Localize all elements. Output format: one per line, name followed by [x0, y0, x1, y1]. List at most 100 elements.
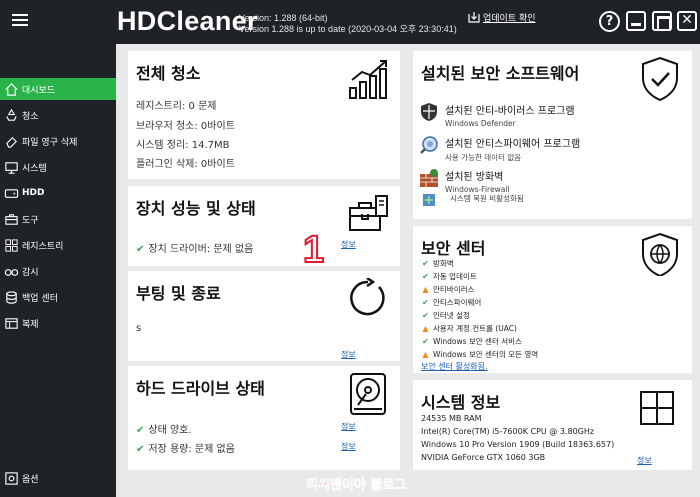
driver-status: ✔ 장치 드라이버: 문제 없음: [136, 244, 254, 255]
maximize-button[interactable]: [652, 11, 672, 31]
security-item-firewall: ✔ 방화벽: [422, 259, 454, 268]
eraser-icon: [3, 133, 19, 149]
firewall-icon: [420, 169, 438, 187]
sidebar-item-options[interactable]: 옵션: [0, 467, 116, 489]
sidebar: 대시보드 청소 파일 영구 삭제 시스템 HDD 도구 레지스트리 감시 백업 …: [0, 44, 116, 497]
os-info: Windows 10 Pro Version 1909 (Build 18363…: [421, 440, 615, 449]
panel-title: 부팅 및 종료: [136, 284, 221, 303]
sidebar-item-dashboard[interactable]: 대시보드: [0, 78, 116, 100]
sidebar-item-clean[interactable]: 청소: [0, 104, 116, 126]
security-item-service: ✔ Windows 보안 센터 서비스: [422, 337, 522, 346]
sidebar-item-monitor[interactable]: 감시: [0, 260, 116, 282]
database-icon: [3, 289, 19, 305]
sidebar-item-label: 백업 센터: [22, 293, 58, 304]
version-status: Version 1.288 is up to date (2020-03-04 …: [239, 24, 457, 34]
system-info-panel[interactable]: 시스템 정보 24535 MB RAM Intel(R) Core(TM) i5…: [413, 380, 692, 470]
boot-panel[interactable]: 부팅 및 종료 s 정보: [128, 271, 400, 361]
firewall-title: 설치된 방화벽: [445, 172, 504, 183]
help-icon[interactable]: ?: [599, 11, 620, 32]
shield-globe-icon: [642, 232, 678, 276]
antispyware-row: 설치된 안티스파이웨어 프로그램 사용 가능한 데이터 없음: [419, 135, 580, 163]
browser-status: 브라우저 청소: 0바이트: [136, 121, 235, 132]
sidebar-item-label: 청소: [22, 111, 39, 122]
system-restore-row: 시스템 복원 비활성화됨: [419, 193, 524, 207]
system-restore-status: 시스템 복원 비활성화됨: [450, 194, 524, 203]
sidebar-item-label: 도구: [22, 215, 39, 226]
firewall-row: 설치된 방화벽 Windows-Firewall: [419, 168, 509, 194]
sidebar-item-label: 복제: [22, 319, 39, 330]
monitor-icon: [3, 159, 19, 175]
panel-title: 전체 청소: [136, 64, 201, 83]
hdd-icon: [3, 185, 19, 201]
sidebar-item-label: 파일 영구 삭제: [22, 137, 78, 148]
hdd-capacity-status: ✔ 저장 용량: 문제 없음: [136, 444, 235, 455]
registry-icon: [3, 237, 19, 253]
sidebar-item-clone[interactable]: 복제: [0, 312, 116, 334]
recycle-icon: [3, 107, 19, 123]
gear-icon: [3, 470, 19, 486]
toolbox-icon: [3, 211, 19, 227]
antivirus-row: 설치된 안티-바이러스 프로그램 Windows Defender: [419, 102, 575, 128]
refresh-icon: [350, 278, 385, 316]
chart-growth-icon: [349, 60, 387, 99]
panel-title: 보안 센터: [421, 239, 486, 258]
device-panel[interactable]: 장치 성능 및 상태 ✔ 장치 드라이버: 문제 없음 정보: [128, 186, 400, 266]
security-center-panel[interactable]: 보안 센터 ✔ 방화벽 ✔ 자동 업데이트 ▲ 안티바이러스 ✔ 안티스파이웨어 ✔ 인터…: [413, 226, 692, 373]
hdd-capacity-info-link[interactable]: 정보: [341, 441, 356, 452]
security-software-panel[interactable]: 설치된 보안 소프트웨어 설치된 안티-바이러스 프로그램 Windows Def…: [413, 51, 692, 219]
sidebar-item-label: 감시: [22, 267, 39, 278]
panel-title: 하드 드라이브 상태: [136, 379, 265, 398]
hdd-health-info-link[interactable]: 정보: [341, 421, 356, 432]
sidebar-item-label: 대시보드: [22, 85, 56, 96]
watermark: 피씨맨이야 블로그: [306, 478, 407, 494]
panel-title: 시스템 정보: [421, 393, 501, 412]
panel-title: 장치 성능 및 상태: [136, 199, 256, 218]
sidebar-item-label: HDD: [22, 188, 45, 198]
sidebar-item-label: 시스템: [22, 163, 47, 174]
system-info-link[interactable]: 정보: [637, 455, 652, 466]
download-icon: [468, 12, 480, 23]
security-item-antivirus: ▲ 안티바이러스: [422, 285, 475, 294]
antispyware-title: 설치된 안티스파이웨어 프로그램: [445, 139, 581, 150]
registry-status: 레지스트리: 0 문제: [136, 101, 217, 112]
security-item-all-areas: ▲ Windows 보안 센터의 모든 영역: [422, 350, 539, 359]
hdd-health-status: ✔ 상태 양호.: [136, 425, 192, 436]
security-item-internet-settings: ✔ 인터넷 설정: [422, 311, 470, 320]
clean-panel[interactable]: 전체 청소 레지스트리: 0 문제 브라우저 청소: 0바이트 시스템 정리: …: [128, 51, 400, 179]
sidebar-item-shred[interactable]: 파일 영구 삭제: [0, 130, 116, 152]
sidebar-item-registry[interactable]: 레지스트리: [0, 234, 116, 256]
device-info-link[interactable]: 정보: [341, 239, 356, 250]
plugin-status: 플러그인 삭제: 0바이트: [136, 159, 235, 170]
panel-title: 설치된 보안 소프트웨어: [421, 64, 580, 83]
sidebar-item-label: 레지스트리: [22, 241, 64, 252]
sidebar-item-backup[interactable]: 백업 센터: [0, 286, 116, 308]
ram-info: 24535 MB RAM: [421, 414, 482, 423]
annotation-number: 1: [302, 228, 325, 272]
boot-status: s: [136, 323, 142, 334]
gpu-info: NVIDIA GeForce GTX 1060 3GB: [421, 453, 546, 462]
menu-icon[interactable]: [12, 14, 28, 28]
shield-check-icon: [642, 56, 678, 102]
hard-drive-icon: [350, 373, 386, 415]
toolbox-icon: [349, 195, 388, 231]
app-title: HDCleaner: [117, 6, 258, 36]
minimize-button[interactable]: [626, 11, 646, 31]
system-restore-icon: [423, 194, 435, 206]
sidebar-item-tools[interactable]: 도구: [0, 208, 116, 230]
antivirus-name: Windows Defender: [445, 119, 516, 128]
security-item-antispyware: ✔ 안티스파이웨어: [422, 298, 482, 307]
title-bar: HDCleaner Version: 1.288 (64-bit) Versio…: [0, 0, 700, 44]
sidebar-item-hdd[interactable]: HDD: [0, 182, 116, 204]
close-button[interactable]: ✕: [677, 11, 697, 31]
update-label: 업데이트 확인: [483, 14, 536, 24]
security-center-activate-link[interactable]: 보안 센터 활성화됨.: [421, 361, 488, 372]
sidebar-item-label: 옵션: [22, 474, 39, 485]
security-item-uac: ▲ 사용자 계정 컨트롤 (UAC): [422, 324, 517, 333]
boot-info-link[interactable]: 정보: [341, 349, 356, 360]
version-info: Version: 1.288 (64-bit) Version 1.288 is…: [239, 13, 457, 35]
magnifier-icon: [420, 136, 438, 154]
security-item-auto-update: ✔ 자동 업데이트: [422, 272, 477, 281]
update-check-button[interactable]: 업데이트 확인: [468, 11, 536, 24]
sidebar-item-system[interactable]: 시스템: [0, 156, 116, 178]
hdd-panel[interactable]: 하드 드라이브 상태 ✔ 상태 양호. ✔ 저장 용량: 문제 없음 정보 정보: [128, 366, 400, 470]
